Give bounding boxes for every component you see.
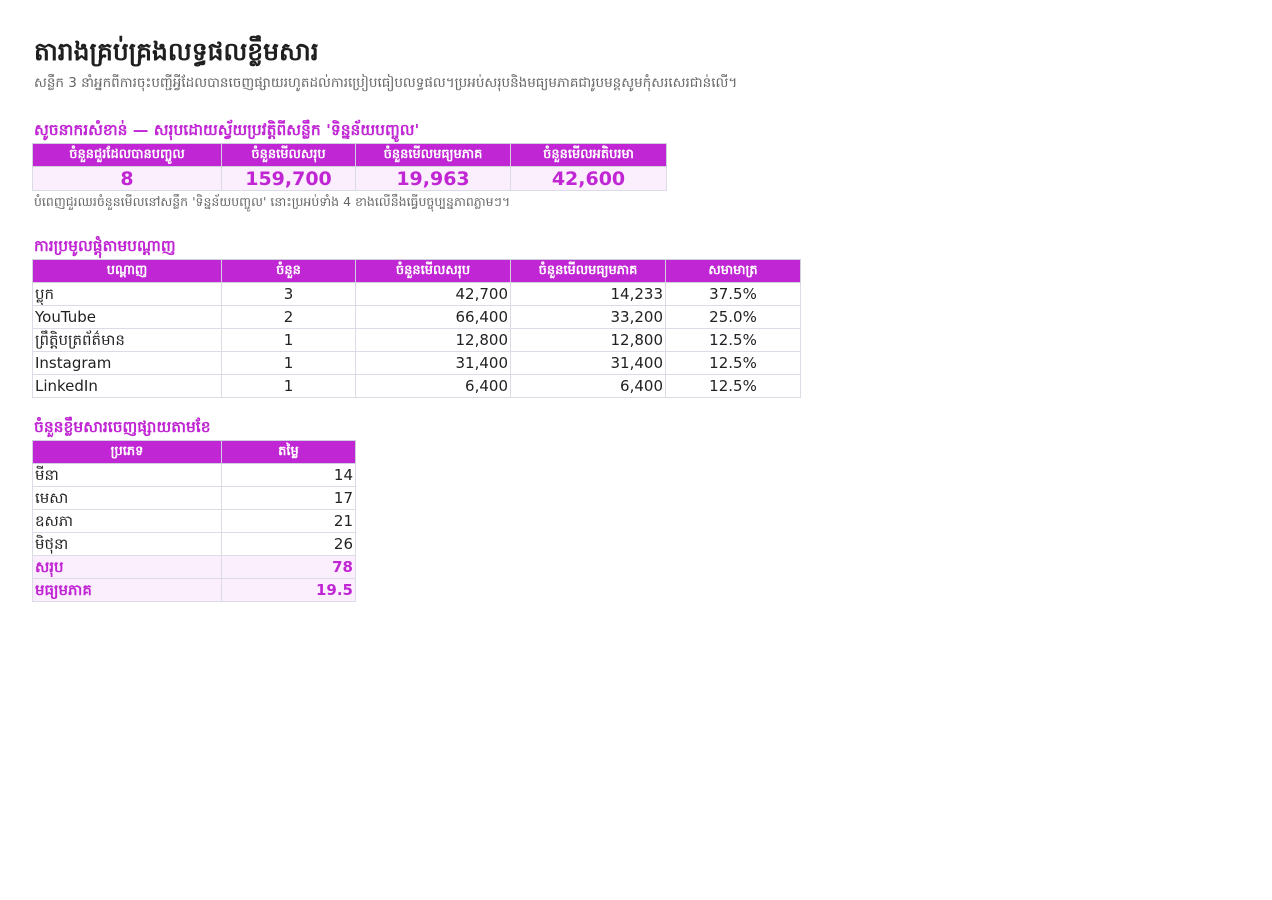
channel-cell-total-views[interactable]: 12,800 (355, 328, 511, 352)
kpi-section-title: សូចនាករសំខាន់ — សរុបដោយស្វ័យប្រវត្តិពីសន… (34, 121, 420, 139)
monthly-table: ប្រភេទ តម្លៃ មីនា 14 មេសា 17 ឧសភា 21 មិថ… (32, 440, 356, 602)
channel-header-row: បណ្តាញ ចំនួន ចំនួនមើលសរុប ចំនួនមើលមធ្យមភ… (32, 259, 801, 283)
channel-cell-average-views[interactable]: 6,400 (510, 374, 666, 398)
kpi-value-rows-entered[interactable]: 8 (32, 166, 222, 191)
channel-section-title: ការប្រមូលផ្តុំតាមបណ្តាញ (34, 237, 176, 255)
channel-cell-name[interactable]: ប្លុក (32, 282, 222, 306)
table-row: Instagram 1 31,400 31,400 12.5% (32, 351, 801, 375)
channel-cell-count[interactable]: 1 (221, 328, 356, 352)
channel-cell-total-views[interactable]: 66,400 (355, 305, 511, 329)
monthly-cell-value[interactable]: 26 (221, 532, 356, 556)
kpi-table: ចំនួនជួរដែលបានបញ្ចូល ចំនួនមើលសរុប ចំនួនម… (32, 143, 667, 191)
channel-cell-total-views[interactable]: 31,400 (355, 351, 511, 375)
table-row: មេសា 17 (32, 486, 356, 510)
monthly-section-title: ចំនួនខ្លឹមសារចេញផ្សាយតាមខែ (34, 418, 211, 436)
monthly-average-label[interactable]: មធ្យមភាគ (32, 578, 222, 602)
channel-cell-total-views[interactable]: 42,700 (355, 282, 511, 306)
channel-cell-name[interactable]: LinkedIn (32, 374, 222, 398)
channel-cell-count[interactable]: 1 (221, 374, 356, 398)
monthly-cell-value[interactable]: 21 (221, 509, 356, 533)
kpi-value-total-views[interactable]: 159,700 (221, 166, 356, 191)
channel-cell-count[interactable]: 1 (221, 351, 356, 375)
monthly-header-value: តម្លៃ (221, 440, 356, 464)
kpi-header-row: ចំនួនជួរដែលបានបញ្ចូល ចំនួនមើលសរុប ចំនួនម… (32, 143, 667, 167)
channel-cell-share[interactable]: 12.5% (665, 351, 801, 375)
channel-header-total-views: ចំនួនមើលសរុប (355, 259, 511, 283)
table-row: មីនា 14 (32, 463, 356, 487)
monthly-total-value[interactable]: 78 (221, 555, 356, 579)
channel-cell-name[interactable]: ព្រឹត្តិបត្រព័ត៌មាន (32, 328, 222, 352)
channel-cell-share[interactable]: 37.5% (665, 282, 801, 306)
monthly-cell-value[interactable]: 17 (221, 486, 356, 510)
monthly-cell-value[interactable]: 14 (221, 463, 356, 487)
table-row: មិថុនា 26 (32, 532, 356, 556)
channel-cell-share[interactable]: 12.5% (665, 328, 801, 352)
kpi-header-rows-entered: ចំនួនជួរដែលបានបញ្ចូល (32, 143, 222, 167)
channel-cell-total-views[interactable]: 6,400 (355, 374, 511, 398)
monthly-header-row: ប្រភេទ តម្លៃ (32, 440, 356, 464)
kpi-header-max-views: ចំនួនមើលអតិបរមា (510, 143, 667, 167)
channel-cell-share[interactable]: 25.0% (665, 305, 801, 329)
monthly-average-value[interactable]: 19.5 (221, 578, 356, 602)
report-page: តារាងគ្រប់គ្រងលទ្ធផលខ្លឹមសារ សន្លឹក 3 នា… (0, 0, 1272, 900)
channel-cell-average-views[interactable]: 14,233 (510, 282, 666, 306)
monthly-header-category: ប្រភេទ (32, 440, 222, 464)
table-row: ឧសភា 21 (32, 509, 356, 533)
channel-cell-count[interactable]: 2 (221, 305, 356, 329)
monthly-cell-month[interactable]: មិថុនា (32, 532, 222, 556)
kpi-note: បំពេញជួរឈរចំនួនមើលនៅសន្លឹក 'ទិន្នន័យបញ្ច… (34, 194, 511, 209)
channel-header-name: បណ្តាញ (32, 259, 222, 283)
kpi-header-total-views: ចំនួនមើលសរុប (221, 143, 356, 167)
monthly-total-label[interactable]: សរុប (32, 555, 222, 579)
monthly-cell-month[interactable]: ឧសភា (32, 509, 222, 533)
monthly-total-row: សរុប 78 (32, 555, 356, 579)
channel-cell-name[interactable]: YouTube (32, 305, 222, 329)
channel-header-count: ចំនួន (221, 259, 356, 283)
table-row: LinkedIn 1 6,400 6,400 12.5% (32, 374, 801, 398)
channel-cell-name[interactable]: Instagram (32, 351, 222, 375)
channel-cell-average-views[interactable]: 12,800 (510, 328, 666, 352)
kpi-header-average-views: ចំនួនមើលមធ្យមភាគ (355, 143, 511, 167)
page-subtitle: សន្លឹក 3 នាំអ្នកពីការចុះបញ្ជីអ្វីដែលបានច… (34, 75, 738, 91)
channel-header-average-views: ចំនួនមើលមធ្យមភាគ (510, 259, 666, 283)
channel-table: បណ្តាញ ចំនួន ចំនួនមើលសរុប ចំនួនមើលមធ្យមភ… (32, 259, 801, 398)
page-title: តារាងគ្រប់គ្រងលទ្ធផលខ្លឹមសារ (34, 37, 319, 66)
channel-cell-average-views[interactable]: 31,400 (510, 351, 666, 375)
table-row: YouTube 2 66,400 33,200 25.0% (32, 305, 801, 329)
channel-cell-share[interactable]: 12.5% (665, 374, 801, 398)
channel-header-share: សមាមាត្រ (665, 259, 801, 283)
kpi-value-max-views[interactable]: 42,600 (510, 166, 667, 191)
monthly-cell-month[interactable]: មេសា (32, 486, 222, 510)
kpi-value-row: 8 159,700 19,963 42,600 (32, 166, 667, 191)
table-row: ព្រឹត្តិបត្រព័ត៌មាន 1 12,800 12,800 12.5… (32, 328, 801, 352)
channel-cell-count[interactable]: 3 (221, 282, 356, 306)
table-row: ប្លុក 3 42,700 14,233 37.5% (32, 282, 801, 306)
monthly-average-row: មធ្យមភាគ 19.5 (32, 578, 356, 602)
kpi-value-average-views[interactable]: 19,963 (355, 166, 511, 191)
monthly-cell-month[interactable]: មីនា (32, 463, 222, 487)
channel-cell-average-views[interactable]: 33,200 (510, 305, 666, 329)
